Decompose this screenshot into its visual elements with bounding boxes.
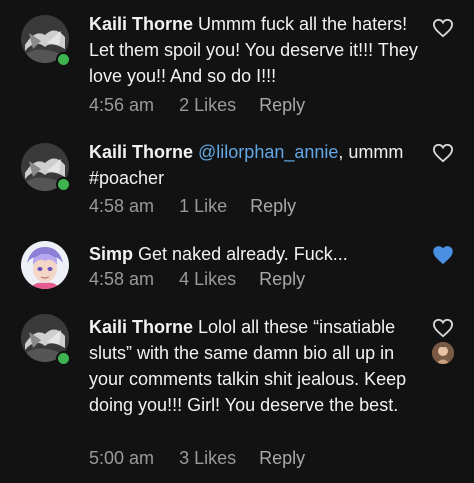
reply-button[interactable]: Reply [250, 196, 296, 217]
comment-meta: 4:58 am 1 Like Reply [89, 196, 296, 217]
comment-body: Kaili Thorne Lolol all these “insatiable… [89, 314, 419, 418]
reply-button[interactable]: Reply [259, 95, 305, 116]
comment-text: Get naked already. Fuck... [138, 244, 348, 264]
comment-author[interactable]: Kaili Thorne [89, 317, 193, 337]
reply-button[interactable]: Reply [259, 269, 305, 290]
comment-body: Kaili Thorne @lilorphan_annie, ummm #poa… [89, 139, 419, 191]
heart-icon[interactable] [432, 318, 454, 338]
online-indicator [56, 177, 71, 192]
comment-author[interactable]: Kaili Thorne [89, 14, 193, 34]
liked-by-avatar [432, 342, 454, 364]
comment-time: 5:00 am [89, 448, 155, 468]
liker-avatar-icon [432, 342, 454, 364]
comment-likes[interactable]: 4 Likes [179, 269, 236, 290]
heart-icon[interactable] [432, 143, 454, 163]
comment-likes[interactable]: 2 Likes [179, 95, 236, 116]
comment-body: Simp Get naked already. Fuck... [89, 241, 419, 267]
anime-avatar-icon [21, 241, 69, 289]
comment-likes[interactable]: 1 Like [179, 196, 227, 217]
comment-author[interactable]: Simp [89, 244, 133, 264]
comment-meta: 4:56 am 2 Likes Reply [89, 95, 305, 116]
comment-author[interactable]: Kaili Thorne [89, 142, 193, 162]
avatar[interactable] [21, 241, 69, 289]
comment-meta: 5:00 am 3 Likes Reply [89, 448, 305, 469]
comment-body: Kaili Thorne Ummm fuck all the haters! L… [89, 11, 419, 89]
comment-time: 4:58 am [89, 269, 155, 289]
heart-icon[interactable] [432, 18, 454, 38]
comment-time: 4:58 am [89, 196, 155, 216]
comment-time: 4:56 am [89, 95, 155, 115]
comment-likes[interactable]: 3 Likes [179, 448, 236, 469]
heart-filled-icon[interactable] [432, 245, 454, 265]
mention-link[interactable]: @lilorphan_annie [198, 142, 338, 162]
comment-meta: 4:58 am 4 Likes Reply [89, 269, 305, 290]
online-indicator [56, 351, 71, 366]
reply-button[interactable]: Reply [259, 448, 305, 469]
online-indicator [56, 52, 71, 67]
